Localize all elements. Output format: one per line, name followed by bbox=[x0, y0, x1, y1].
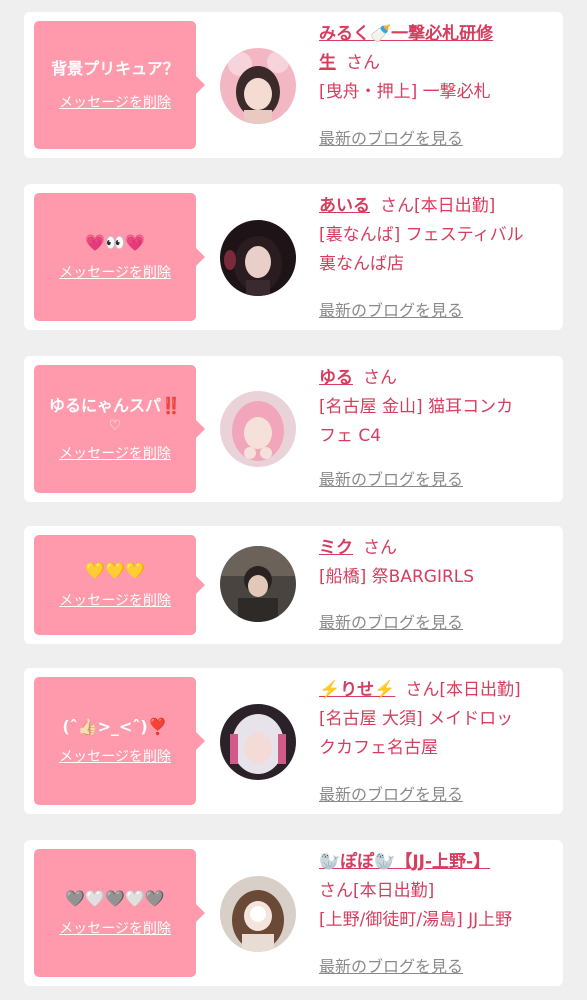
honorific: さん bbox=[405, 680, 440, 700]
cast-info: ⚡️りせ⚡️ さん[本日出勤] [名古屋 大須] メイドロッ クカフェ名古屋 bbox=[319, 676, 559, 763]
message-text: (ˆ👍🏻>_<ˆ)❣️ bbox=[62, 717, 168, 736]
honorific: さん bbox=[346, 53, 380, 73]
avatar[interactable] bbox=[220, 876, 296, 952]
shop-location: [曳舟・押上] 一撃必札 bbox=[319, 82, 491, 102]
list-item: 💗👀💗 メッセージを削除 あいる さん[本日出勤] [裏なんば] フェスティバル … bbox=[24, 184, 563, 330]
list-item: 🩶🤍🩶🤍🩶 メッセージを削除 🦭ぽぽ🦭【JJ-上野-】 さん[本日出勤] [上野… bbox=[24, 840, 563, 986]
cast-name-link[interactable]: ⚡️りせ⚡️ bbox=[319, 680, 395, 700]
message-bubble: 💛💛💛 メッセージを削除 bbox=[34, 535, 205, 635]
cast-name-link[interactable]: ミク bbox=[319, 538, 353, 558]
honorific: さん bbox=[363, 538, 397, 558]
message-text: 🩶🤍🩶🤍🩶 bbox=[65, 889, 165, 908]
message-bubble: 🩶🤍🩶🤍🩶 メッセージを削除 bbox=[34, 849, 205, 977]
shop-location-cont: フェ C4 bbox=[319, 426, 382, 446]
message-bubble: 背景プリキュア？ メッセージを削除 bbox=[34, 21, 205, 149]
cast-name-link[interactable]: あいる bbox=[319, 196, 370, 216]
latest-blog-link[interactable]: 最新のブログを見る bbox=[319, 125, 463, 149]
cast-info: あいる さん[本日出勤] [裏なんば] フェスティバル 裏なんば店 bbox=[319, 192, 559, 279]
message-text: ゆるにゃんスパ‼️ ♡ bbox=[49, 396, 181, 434]
latest-blog-link[interactable]: 最新のブログを見る bbox=[319, 953, 463, 977]
message-text: 💗👀💗 bbox=[85, 233, 145, 252]
cast-info: みるく🍼一撃必札研修 生さん [曳舟・押上] 一撃必札 bbox=[319, 20, 559, 107]
avatar[interactable] bbox=[220, 704, 296, 780]
list-item: (ˆ👍🏻>_<ˆ)❣️ メッセージを削除 ⚡️りせ⚡️ さん[本日出勤] [名古屋… bbox=[24, 668, 563, 814]
latest-blog-link[interactable]: 最新のブログを見る bbox=[319, 781, 463, 805]
cast-name-link-cont[interactable]: 生 bbox=[319, 53, 336, 73]
honorific: さん bbox=[380, 196, 414, 216]
message-bubble: ゆるにゃんスパ‼️ ♡ メッセージを削除 bbox=[34, 365, 205, 493]
avatar[interactable] bbox=[220, 391, 296, 467]
message-text: 💛💛💛 bbox=[85, 561, 145, 580]
cast-info: ミク さん [船橋] 祭BARGIRLS bbox=[319, 534, 559, 592]
avatar[interactable] bbox=[220, 546, 296, 622]
message-list: 背景プリキュア？ メッセージを削除 みるく🍼一撃必札研修 生さん [曳舟・押上]… bbox=[0, 0, 587, 1000]
shop-location-cont: クカフェ名古屋 bbox=[319, 738, 438, 758]
delete-message-link[interactable]: メッセージを削除 bbox=[59, 443, 171, 463]
message-bubble: (ˆ👍🏻>_<ˆ)❣️ メッセージを削除 bbox=[34, 677, 205, 805]
shop-location: [名古屋 金山] 猫耳コンカ bbox=[319, 397, 514, 417]
latest-blog-link[interactable]: 最新のブログを見る bbox=[319, 297, 463, 321]
status-badge: [本日出勤] bbox=[414, 196, 496, 216]
delete-message-link[interactable]: メッセージを削除 bbox=[59, 746, 171, 766]
latest-blog-link[interactable]: 最新のブログを見る bbox=[319, 609, 463, 633]
list-item: 💛💛💛 メッセージを削除 ミク さん [船橋] 祭BARGIRLS 最新のブログを… bbox=[24, 526, 563, 644]
cast-name-link[interactable]: 🦭ぽぽ🦭【JJ-上野-】 bbox=[319, 852, 490, 872]
latest-blog-link[interactable]: 最新のブログを見る bbox=[319, 466, 463, 490]
shop-location: [船橋] 祭BARGIRLS bbox=[319, 567, 475, 587]
shop-location: [裏なんば] フェスティバル bbox=[319, 225, 524, 245]
delete-message-link[interactable]: メッセージを削除 bbox=[59, 92, 171, 112]
avatar[interactable] bbox=[220, 220, 296, 296]
status-badge: [本日出勤] bbox=[353, 881, 435, 901]
list-item: ゆるにゃんスパ‼️ ♡ メッセージを削除 ゆる さん [名古屋 金山] 猫耳コンカ … bbox=[24, 356, 563, 502]
message-bubble: 💗👀💗 メッセージを削除 bbox=[34, 193, 205, 321]
cast-info: 🦭ぽぽ🦭【JJ-上野-】 さん[本日出勤] [上野/御徒町/湯島] JJ上野 bbox=[319, 848, 559, 935]
cast-name-link[interactable]: ゆる bbox=[319, 368, 353, 388]
message-heart: ♡ bbox=[108, 418, 122, 434]
status-badge: [本日出勤] bbox=[439, 680, 521, 700]
avatar[interactable] bbox=[220, 48, 296, 124]
shop-location-cont: 裏なんば店 bbox=[319, 254, 404, 274]
shop-location: [名古屋 大須] メイドロッ bbox=[319, 709, 514, 729]
shop-location: [上野/御徒町/湯島] JJ上野 bbox=[319, 910, 513, 930]
delete-message-link[interactable]: メッセージを削除 bbox=[59, 918, 171, 938]
cast-info: ゆる さん [名古屋 金山] 猫耳コンカ フェ C4 bbox=[319, 364, 559, 451]
list-item: 背景プリキュア？ メッセージを削除 みるく🍼一撃必札研修 生さん [曳舟・押上]… bbox=[24, 12, 563, 158]
cast-name-link[interactable]: みるく🍼一撃必札研修 bbox=[319, 24, 493, 44]
honorific: さん bbox=[363, 368, 397, 388]
delete-message-link[interactable]: メッセージを削除 bbox=[59, 262, 171, 282]
message-text: 背景プリキュア？ bbox=[51, 59, 179, 78]
delete-message-link[interactable]: メッセージを削除 bbox=[59, 590, 171, 610]
honorific: さん bbox=[319, 881, 353, 901]
